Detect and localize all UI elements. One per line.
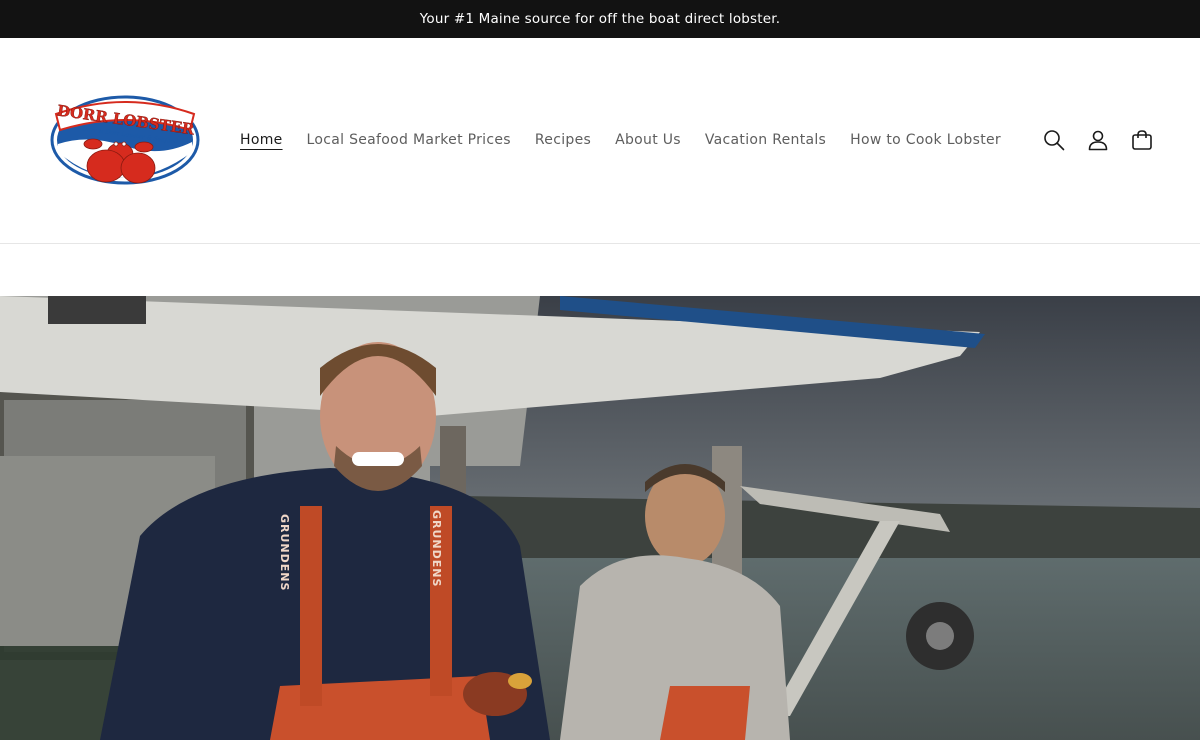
- suspender-brand-text-right: GRUNDENS: [430, 510, 443, 588]
- site-logo[interactable]: DORR LOBSTER Dorr & Dorr Lobster & Seafo…: [48, 92, 202, 190]
- announcement-text: Your #1 Maine source for off the boat di…: [419, 11, 781, 27]
- nav-about-us[interactable]: About Us: [615, 130, 681, 150]
- account-icon[interactable]: [1086, 126, 1110, 154]
- header-spacer: [0, 244, 1200, 296]
- nav-home[interactable]: Home: [240, 130, 283, 150]
- nav-how-to-cook-lobster[interactable]: How to Cook Lobster: [850, 130, 1001, 150]
- announcement-bar: Your #1 Maine source for off the boat di…: [0, 0, 1200, 38]
- nav-local-seafood-market-prices[interactable]: Local Seafood Market Prices: [307, 130, 511, 150]
- site-header: DORR LOBSTER Dorr & Dorr Lobster & Seafo…: [0, 38, 1200, 244]
- main-nav: Home Local Seafood Market Prices Recipes…: [240, 130, 1001, 150]
- nav-vacation-rentals[interactable]: Vacation Rentals: [705, 130, 826, 150]
- suspender-brand-text: GRUNDENS: [278, 514, 291, 592]
- header-icons: [1042, 126, 1154, 154]
- cart-icon[interactable]: [1130, 126, 1154, 154]
- hero-banner-image: GRUNDENS GRUNDENS: [0, 296, 1200, 740]
- nav-recipes[interactable]: Recipes: [535, 130, 591, 150]
- hero-photo-lobstermen: [0, 296, 1200, 740]
- search-icon[interactable]: [1042, 126, 1066, 154]
